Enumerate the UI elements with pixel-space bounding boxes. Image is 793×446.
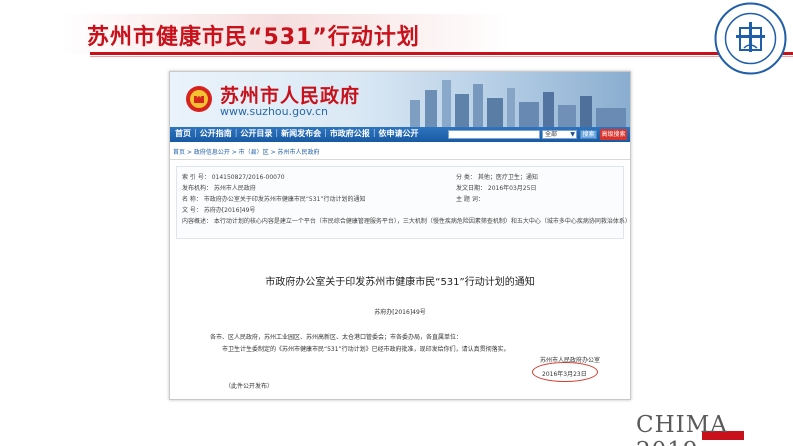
- meta-keywords: 主 题 词：: [456, 196, 484, 203]
- public-note: （此件公开发布）: [225, 383, 274, 390]
- divider: [170, 159, 630, 160]
- advanced-search-button[interactable]: 高级搜索: [600, 129, 627, 140]
- meta-publisher: 发布机构： 苏州市人民政府: [182, 185, 256, 192]
- slide-title: 苏州市健康市民“531”行动计划: [87, 25, 420, 50]
- breadcrumb[interactable]: 首页 > 政府信息公开 > 市（县）区 > 苏州市人民政府: [173, 147, 320, 156]
- chevron-down-icon: ▼: [570, 131, 575, 138]
- scope-select[interactable]: 全部 ▼: [542, 130, 577, 139]
- search-button[interactable]: 搜索: [580, 130, 597, 139]
- nav-home[interactable]: 首页: [175, 128, 191, 139]
- meta-doc-no: 文 号： 苏府办[2016]49号: [182, 207, 256, 214]
- site-url[interactable]: www.suzhou.gov.cn: [220, 105, 328, 118]
- meta-summary: 内容概述： 本行动计划的核心内容是建立一个平台（市民综合健康管理服务平台），三大…: [182, 218, 631, 225]
- nav-guide[interactable]: 公开指南: [200, 128, 232, 139]
- title-underline-secondary: [90, 56, 793, 57]
- scope-value: 全部: [545, 131, 558, 138]
- title-underline: [90, 52, 793, 55]
- site-name[interactable]: 苏州市人民政府: [220, 81, 360, 108]
- date-highlight-circle: [532, 362, 598, 382]
- document-body: 市卫生计生委制定的《苏州市健康市民“531”行动计划》已经市政府批准，现印发给你…: [222, 346, 510, 353]
- meta-pub-date: 发文日期： 2016年03月25日: [456, 185, 537, 192]
- nav-gazette[interactable]: 市政府公报: [330, 128, 370, 139]
- national-emblem-icon: [186, 86, 212, 112]
- meta-name: 名 称： 市政府办公室关于印发苏州市健康市民“531”行动计划的通知: [182, 196, 366, 203]
- metadata-panel: 索 引 号： 014150827/2016-00070 发布机构： 苏州市人民政…: [176, 166, 630, 239]
- meta-category: 分 类： 其他；医疗卫生；通知: [456, 174, 538, 181]
- city-skyline-image: [410, 80, 626, 127]
- nav-press[interactable]: 新闻发布会: [281, 128, 321, 139]
- nav-catalog[interactable]: 公开目录: [240, 128, 272, 139]
- document-number: 苏府办[2016]49号: [374, 309, 426, 316]
- footer-brand: CHIMA 2019: [636, 412, 728, 446]
- gov-page-screenshot: 苏州市人民政府 www.suzhou.gov.cn 首页 | 公开指南 | 公开…: [169, 71, 631, 400]
- main-nav: 首页 | 公开指南 | 公开目录 | 新闻发布会 | 市政府公报 | 依申请公开…: [170, 127, 630, 142]
- document-recipients: 各市、区人民政府，苏州工业园区、苏州高新区、太仓港口管委会；市各委办局，各直属单…: [210, 334, 463, 341]
- document-title: 市政府办公室关于印发苏州市健康市民“531”行动计划的通知: [265, 277, 535, 288]
- meta-index-no: 索 引 号： 014150827/2016-00070: [182, 174, 285, 181]
- site-header: 苏州市人民政府 www.suzhou.gov.cn: [170, 72, 630, 127]
- health-commission-emblem-icon: [714, 2, 787, 75]
- search-input[interactable]: [448, 130, 540, 139]
- nav-request[interactable]: 依申请公开: [379, 128, 419, 139]
